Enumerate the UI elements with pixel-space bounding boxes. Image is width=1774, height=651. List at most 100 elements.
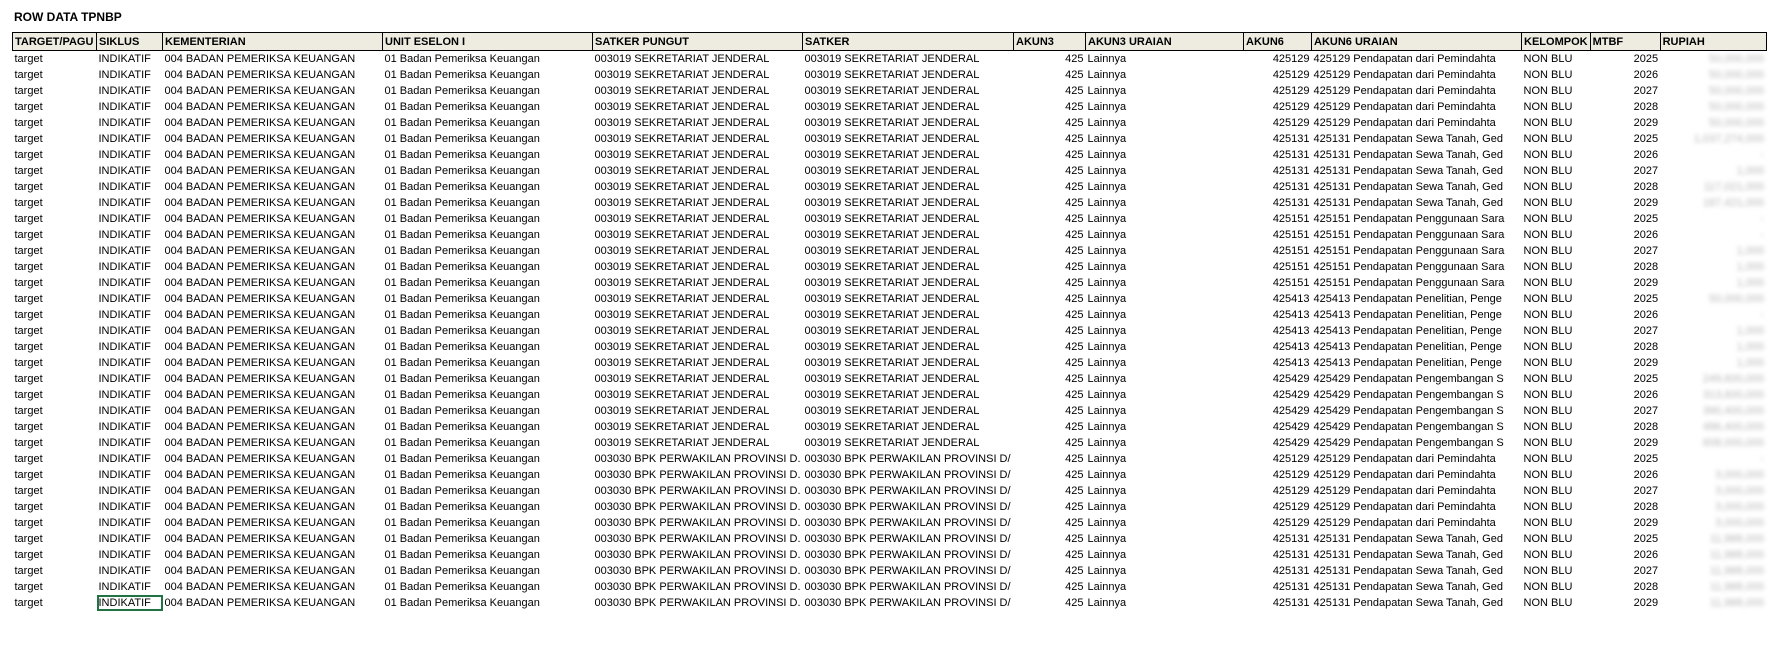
cell-kelompok[interactable]: NON BLU xyxy=(1522,291,1591,307)
cell-akun3[interactable]: 425 xyxy=(1014,83,1086,99)
cell-rupiah[interactable]: 50,000,000 xyxy=(1660,67,1766,83)
cell-satker-pungut[interactable]: 003019 SEKRETARIAT JENDERAL xyxy=(593,163,803,179)
cell-siklus[interactable]: INDIKATIF xyxy=(97,467,163,483)
cell-rupiah[interactable]: 1,000 xyxy=(1660,323,1766,339)
cell-mtbf[interactable]: 2026 xyxy=(1590,387,1660,403)
cell-mtbf[interactable]: 2027 xyxy=(1590,403,1660,419)
cell-akun3-uraian[interactable]: Lainnya xyxy=(1086,99,1244,115)
cell-akun6-uraian[interactable]: 425129 Pendapatan dari Pemindahta xyxy=(1312,99,1522,115)
cell-target-pagu[interactable]: target xyxy=(13,467,97,483)
cell-siklus[interactable]: INDIKATIF xyxy=(97,387,163,403)
cell-kelompok[interactable]: NON BLU xyxy=(1522,547,1591,563)
cell-mtbf[interactable]: 2028 xyxy=(1590,99,1660,115)
cell-kementerian[interactable]: 004 BADAN PEMERIKSA KEUANGAN xyxy=(163,163,383,179)
cell-akun6[interactable]: 425151 xyxy=(1244,227,1312,243)
cell-target-pagu[interactable]: target xyxy=(13,227,97,243)
cell-akun3-uraian[interactable]: Lainnya xyxy=(1086,531,1244,547)
cell-satker[interactable]: 003019 SEKRETARIAT JENDERAL xyxy=(803,99,1014,115)
cell-akun3-uraian[interactable]: Lainnya xyxy=(1086,403,1244,419)
cell-akun3[interactable]: 425 xyxy=(1014,163,1086,179)
cell-siklus[interactable]: INDIKATIF xyxy=(97,563,163,579)
cell-rupiah[interactable]: 1,000 xyxy=(1660,259,1766,275)
cell-akun6-uraian[interactable]: 425413 Pendapatan Penelitian, Penge xyxy=(1312,291,1522,307)
cell-rupiah[interactable]: 1,000 xyxy=(1660,339,1766,355)
cell-rupiah[interactable]: 50,000,000 xyxy=(1660,51,1766,68)
cell-satker[interactable]: 003019 SEKRETARIAT JENDERAL xyxy=(803,211,1014,227)
cell-akun6[interactable]: 425131 xyxy=(1244,563,1312,579)
cell-siklus[interactable]: INDIKATIF xyxy=(97,243,163,259)
cell-siklus[interactable]: INDIKATIF xyxy=(97,435,163,451)
cell-akun6[interactable]: 425413 xyxy=(1244,323,1312,339)
cell-kementerian[interactable]: 004 BADAN PEMERIKSA KEUANGAN xyxy=(163,371,383,387)
cell-kelompok[interactable]: NON BLU xyxy=(1522,259,1591,275)
cell-akun6-uraian[interactable]: 425129 Pendapatan dari Pemindahta xyxy=(1312,451,1522,467)
cell-akun6-uraian[interactable]: 425429 Pendapatan Pengembangan S xyxy=(1312,403,1522,419)
cell-satker-pungut[interactable]: 003030 BPK PERWAKILAN PROVINSI D. xyxy=(593,467,803,483)
cell-kelompok[interactable]: NON BLU xyxy=(1522,131,1591,147)
cell-akun6-uraian[interactable]: 425131 Pendapatan Sewa Tanah, Ged xyxy=(1312,131,1522,147)
cell-mtbf[interactable]: 2027 xyxy=(1590,243,1660,259)
cell-unit-eselon[interactable]: 01 Badan Pemeriksa Keuangan xyxy=(383,259,593,275)
cell-siklus[interactable]: INDIKATIF xyxy=(97,451,163,467)
cell-unit-eselon[interactable]: 01 Badan Pemeriksa Keuangan xyxy=(383,163,593,179)
column-header-siklus[interactable]: SIKLUS xyxy=(96,32,163,51)
cell-kelompok[interactable]: NON BLU xyxy=(1522,211,1591,227)
cell-target-pagu[interactable]: target xyxy=(13,339,97,355)
cell-kementerian[interactable]: 004 BADAN PEMERIKSA KEUANGAN xyxy=(163,275,383,291)
cell-siklus[interactable]: INDIKATIF xyxy=(97,99,163,115)
cell-satker[interactable]: 003019 SEKRETARIAT JENDERAL xyxy=(803,195,1014,211)
cell-rupiah[interactable]: 608,000,000 xyxy=(1660,435,1766,451)
cell-satker[interactable]: 003019 SEKRETARIAT JENDERAL xyxy=(803,115,1014,131)
cell-target-pagu[interactable]: target xyxy=(13,99,97,115)
cell-akun6-uraian[interactable]: 425429 Pendapatan Pengembangan S xyxy=(1312,419,1522,435)
cell-mtbf[interactable]: 2027 xyxy=(1590,323,1660,339)
cell-akun6-uraian[interactable]: 425131 Pendapatan Sewa Tanah, Ged xyxy=(1312,147,1522,163)
cell-target-pagu[interactable]: target xyxy=(13,355,97,371)
cell-akun3-uraian[interactable]: Lainnya xyxy=(1086,339,1244,355)
cell-akun6[interactable]: 425129 xyxy=(1244,115,1312,131)
cell-akun6-uraian[interactable]: 425129 Pendapatan dari Pemindahta xyxy=(1312,499,1522,515)
cell-satker-pungut[interactable]: 003019 SEKRETARIAT JENDERAL xyxy=(593,179,803,195)
cell-akun6-uraian[interactable]: 425131 Pendapatan Sewa Tanah, Ged xyxy=(1312,579,1522,595)
cell-satker-pungut[interactable]: 003019 SEKRETARIAT JENDERAL xyxy=(593,419,803,435)
cell-rupiah[interactable]: 1,000 xyxy=(1660,163,1766,179)
cell-akun3[interactable]: 425 xyxy=(1014,131,1086,147)
cell-kelompok[interactable]: NON BLU xyxy=(1522,467,1591,483)
cell-target-pagu[interactable]: target xyxy=(13,211,97,227)
cell-siklus[interactable]: INDIKATIF xyxy=(97,531,163,547)
cell-unit-eselon[interactable]: 01 Badan Pemeriksa Keuangan xyxy=(383,211,593,227)
cell-akun3-uraian[interactable]: Lainnya xyxy=(1086,291,1244,307)
cell-rupiah[interactable]: 50,000,000 xyxy=(1660,291,1766,307)
cell-unit-eselon[interactable]: 01 Badan Pemeriksa Keuangan xyxy=(383,563,593,579)
cell-satker-pungut[interactable]: 003019 SEKRETARIAT JENDERAL xyxy=(593,99,803,115)
cell-akun6[interactable]: 425131 xyxy=(1244,179,1312,195)
cell-siklus[interactable]: INDIKATIF xyxy=(97,403,163,419)
cell-unit-eselon[interactable]: 01 Badan Pemeriksa Keuangan xyxy=(383,275,593,291)
cell-siklus[interactable]: INDIKATIF xyxy=(97,339,163,355)
cell-kelompok[interactable]: NON BLU xyxy=(1522,147,1591,163)
cell-kementerian[interactable]: 004 BADAN PEMERIKSA KEUANGAN xyxy=(163,355,383,371)
cell-akun6[interactable]: 425429 xyxy=(1244,387,1312,403)
cell-akun6[interactable]: 425413 xyxy=(1244,291,1312,307)
cell-kelompok[interactable]: NON BLU xyxy=(1522,371,1591,387)
cell-rupiah[interactable]: 390,400,000 xyxy=(1660,403,1766,419)
cell-akun6[interactable]: 425413 xyxy=(1244,307,1312,323)
cell-kementerian[interactable]: 004 BADAN PEMERIKSA KEUANGAN xyxy=(163,195,383,211)
cell-mtbf[interactable]: 2025 xyxy=(1590,211,1660,227)
cell-akun3[interactable]: 425 xyxy=(1014,227,1086,243)
cell-rupiah[interactable]: 50,000,000 xyxy=(1660,115,1766,131)
cell-kelompok[interactable]: NON BLU xyxy=(1522,179,1591,195)
cell-mtbf[interactable]: 2026 xyxy=(1590,467,1660,483)
cell-akun3[interactable]: 425 xyxy=(1014,419,1086,435)
cell-akun3[interactable]: 425 xyxy=(1014,243,1086,259)
cell-unit-eselon[interactable]: 01 Badan Pemeriksa Keuangan xyxy=(383,339,593,355)
cell-unit-eselon[interactable]: 01 Badan Pemeriksa Keuangan xyxy=(383,531,593,547)
cell-target-pagu[interactable]: target xyxy=(13,371,97,387)
cell-akun6[interactable]: 425429 xyxy=(1244,435,1312,451)
cell-satker-pungut[interactable]: 003030 BPK PERWAKILAN PROVINSI D. xyxy=(593,579,803,595)
cell-akun6[interactable]: 425131 xyxy=(1244,163,1312,179)
cell-unit-eselon[interactable]: 01 Badan Pemeriksa Keuangan xyxy=(383,483,593,499)
column-header-unit-eselon[interactable]: UNIT ESELON I xyxy=(382,32,593,51)
cell-siklus[interactable]: INDIKATIF xyxy=(97,579,163,595)
cell-unit-eselon[interactable]: 01 Badan Pemeriksa Keuangan xyxy=(383,51,593,68)
